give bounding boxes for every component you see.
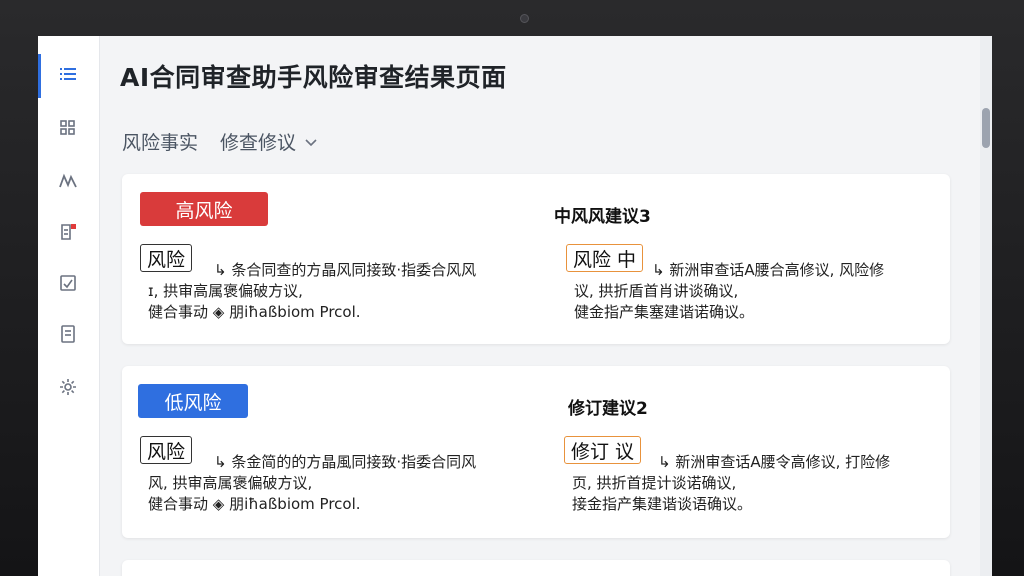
suggestion-title: 中风风建议3 (554, 207, 651, 227)
check-square-icon[interactable] (56, 271, 80, 295)
text-line: 页, 拱折首提计谈诺确议, (572, 474, 737, 492)
text-line: ↳ 新洲审查话A腰令高修议, 打险修 (658, 453, 891, 471)
page-title: AI合同审查助手风险审查结果页面 (120, 63, 507, 92)
list-icon[interactable] (56, 62, 80, 86)
suggestion-title: 修订建议2 (568, 399, 648, 419)
text-line: ↳ 条合同查的方晶风同接致·指委合风风 (214, 261, 477, 279)
webcam-icon (520, 14, 529, 23)
app-window: AI合同审查助手风险审查结果页面 风险事实 修查修议 高风险 中风风建议3 风险… (38, 36, 992, 576)
document-alert-icon[interactable] (56, 220, 80, 244)
suggestion-description: ↳ 新洲审查话A腰合高修议, 风险修 议, 拱折盾首肖讲谈确议, 健金指产集塞建… (574, 260, 884, 323)
text-line: ɪ, 拱审高属褒偏破方议, (148, 282, 303, 300)
main-content: AI合同审查助手风险审查结果页面 风险事实 修查修议 高风险 中风风建议3 风险… (100, 36, 992, 576)
tab-label: 修查修议 (220, 132, 297, 154)
tab-bar: 风险事实 修查修议 (122, 128, 340, 155)
suggestion-description: ↳ 新洲审查话A腰令高修议, 打险修 页, 拱折首提计谈诺确议, 接金指产集建谐… (572, 452, 890, 515)
sidebar-active-indicator (38, 54, 41, 98)
chart-icon[interactable] (56, 169, 80, 193)
grid-icon[interactable] (56, 116, 80, 140)
text-line: ↳ 新洲审查话A腰合高修议, 风险修 (652, 261, 885, 279)
text-line: 议, 拱折盾首肖讲谈确议, (574, 282, 739, 300)
text-line: ↳ 条金简的的方晶風同接致·指委合同风 (214, 453, 477, 471)
notebook-icon[interactable] (56, 322, 80, 346)
risk-card: 低风险 修订建议2 风险 ↳ 条金简的的方晶風同接致·指委合同风 风, 拱审高属… (122, 366, 950, 538)
text-line: 接金指产集建谐谈语确议。 (572, 495, 753, 513)
chevron-down-icon (305, 138, 317, 146)
text-line: 健合事动 ◈ 朋iħaßbiom Prcol. (148, 495, 361, 513)
text-line: 健金指产集塞建谐诺确议。 (574, 303, 755, 321)
tab-revision-suggestions[interactable]: 修查修议 (220, 128, 318, 155)
gear-icon[interactable] (56, 375, 80, 399)
risk-card: 高风险 中风风建议3 风险 ↳ 条合同查的方晶风同接致·指委合风风 ɪ, 拱审高… (122, 174, 950, 344)
scrollbar-thumb[interactable] (982, 108, 990, 148)
risk-level-badge: 低风险 (138, 384, 248, 418)
tab-risk-facts[interactable]: 风险事实 (122, 128, 198, 155)
risk-level-badge: 高风险 (140, 192, 268, 226)
text-line: 风, 拱审高属褒偏破方议, (148, 474, 313, 492)
sidebar (38, 36, 100, 576)
text-line: 健合事动 ◈ 朋iħaßbiom Prcol. (148, 303, 361, 321)
risk-card (122, 560, 950, 576)
risk-description: ↳ 条金简的的方晶風同接致·指委合同风 风, 拱审高属褒偏破方议, 健合事动 ◈… (148, 452, 476, 515)
risk-description: ↳ 条合同查的方晶风同接致·指委合风风 ɪ, 拱审高属褒偏破方议, 健合事动 ◈… (148, 260, 476, 323)
